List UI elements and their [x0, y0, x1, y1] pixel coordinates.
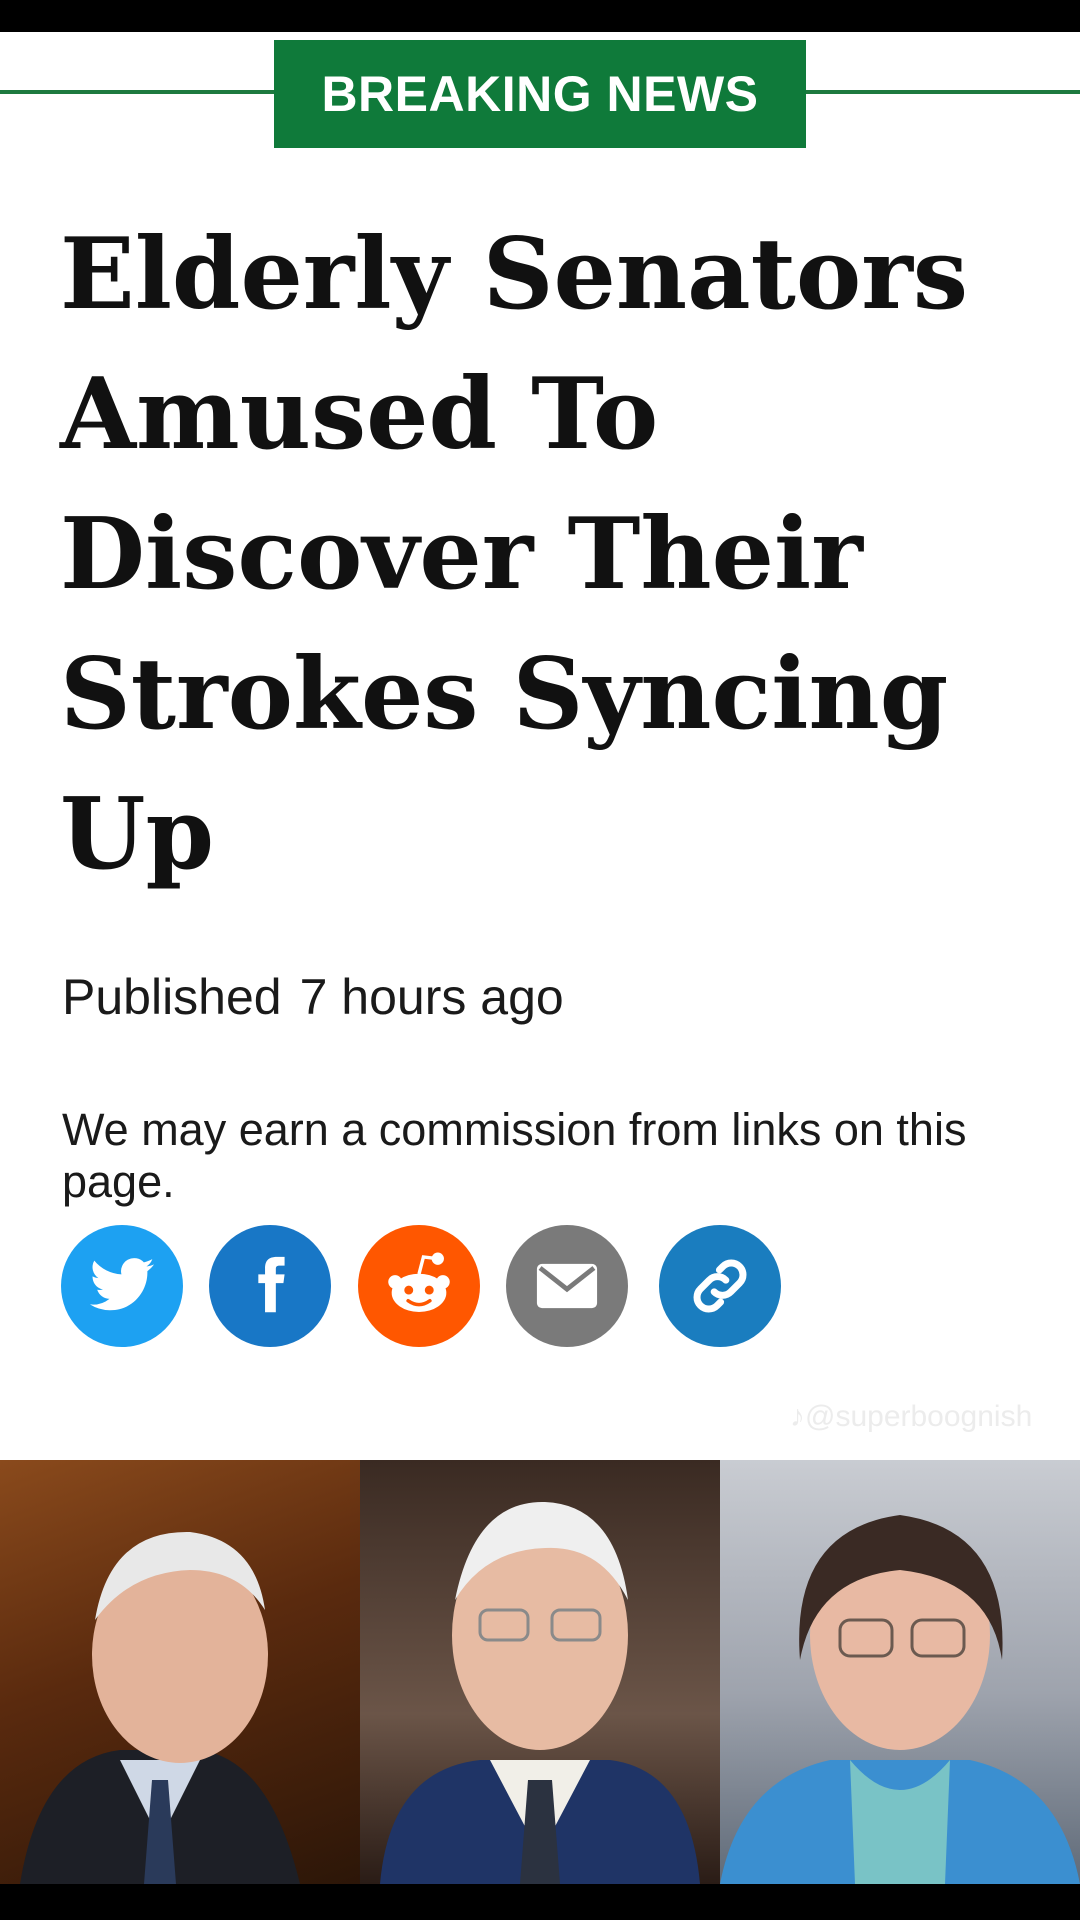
reddit-icon	[388, 1252, 450, 1312]
senator-photo-right	[720, 1460, 1080, 1884]
banner-rule-right	[804, 90, 1080, 94]
commission-disclaimer: We may earn a commission from links on t…	[62, 1104, 967, 1207]
published-line: Published 7 hours ago	[62, 968, 582, 1026]
link-icon	[693, 1259, 747, 1313]
share-email-button[interactable]	[506, 1225, 628, 1347]
breaking-news-banner: BREAKING NEWS	[274, 40, 806, 148]
facebook-icon	[258, 1256, 285, 1313]
banner-rule-left	[0, 90, 276, 94]
share-link-button[interactable]	[659, 1225, 781, 1347]
email-icon	[536, 1263, 598, 1309]
article-headline: Elderly Senators Amused To Discover Thei…	[60, 217, 969, 892]
published-time: 7 hours ago	[299, 969, 564, 1025]
status-bar	[0, 0, 1080, 32]
senator-photo-middle	[360, 1460, 720, 1884]
tiktok-watermark: ♪@superboognish	[790, 1400, 1032, 1434]
banner-label: BREAKING NEWS	[321, 66, 759, 122]
share-reddit-button[interactable]	[358, 1225, 480, 1347]
senator-photo-left	[0, 1460, 360, 1884]
tiktok-icon: ♪	[790, 1400, 805, 1433]
share-facebook-button[interactable]	[209, 1225, 331, 1347]
share-twitter-button[interactable]	[61, 1225, 183, 1347]
navigation-bar	[0, 1884, 1080, 1920]
published-label: Published	[62, 969, 282, 1025]
twitter-icon	[89, 1258, 155, 1311]
watermark-handle: @superboognish	[805, 1400, 1033, 1433]
